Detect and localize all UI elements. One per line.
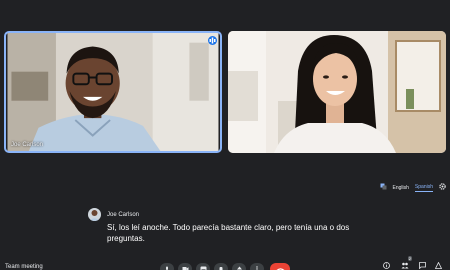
meeting-title: Team meeting (5, 264, 43, 270)
camera-icon (182, 267, 188, 270)
raise-hand-button[interactable] (214, 263, 228, 270)
captions-button[interactable] (196, 263, 210, 270)
captions-icon (200, 266, 206, 270)
present-icon (236, 266, 242, 270)
end-call-icon (276, 267, 284, 270)
more-options-button[interactable] (250, 263, 264, 270)
raise-hand-icon (219, 267, 223, 270)
activities-icon (435, 262, 442, 269)
caption-panel: Joe Carlson Sí, los leí anoche. Todo par… (88, 208, 388, 244)
caption-speaker-avatar (88, 208, 101, 221)
participant-video-left (7, 33, 219, 151)
caption-speaker-name: Joe Carlson (107, 211, 140, 218)
translate-icon[interactable] (380, 183, 387, 192)
chat-button[interactable] (418, 261, 427, 270)
speaking-indicator-icon (208, 36, 217, 45)
activities-button[interactable] (434, 261, 443, 270)
participant-tile-right[interactable] (228, 31, 446, 153)
people-button[interactable]: 2 (400, 256, 412, 270)
participant-name-left: Joe Carlson (11, 142, 44, 148)
people-icon (401, 262, 408, 269)
end-call-button[interactable] (270, 263, 290, 270)
present-button[interactable] (232, 263, 246, 270)
language-option-spanish[interactable]: Spanish (414, 184, 433, 192)
bottom-control-bar: Team meeting 2 (0, 256, 450, 270)
caption-language-bar: English Spanish (380, 183, 446, 192)
language-option-english[interactable]: English (393, 185, 409, 191)
chat-icon (419, 262, 426, 269)
camera-button[interactable] (178, 263, 192, 270)
info-icon (383, 262, 390, 269)
participant-tile-left[interactable]: Joe Carlson (4, 31, 222, 153)
mic-button[interactable] (160, 263, 174, 270)
participant-video-right (228, 31, 446, 153)
caption-text: Sí, los leí anoche. Todo parecía bastant… (107, 223, 350, 243)
participant-count-badge: 2 (407, 256, 412, 261)
mic-icon (166, 266, 168, 270)
more-options-icon (256, 266, 258, 270)
meeting-info-button[interactable] (382, 261, 391, 270)
settings-gear-icon[interactable] (439, 183, 446, 192)
